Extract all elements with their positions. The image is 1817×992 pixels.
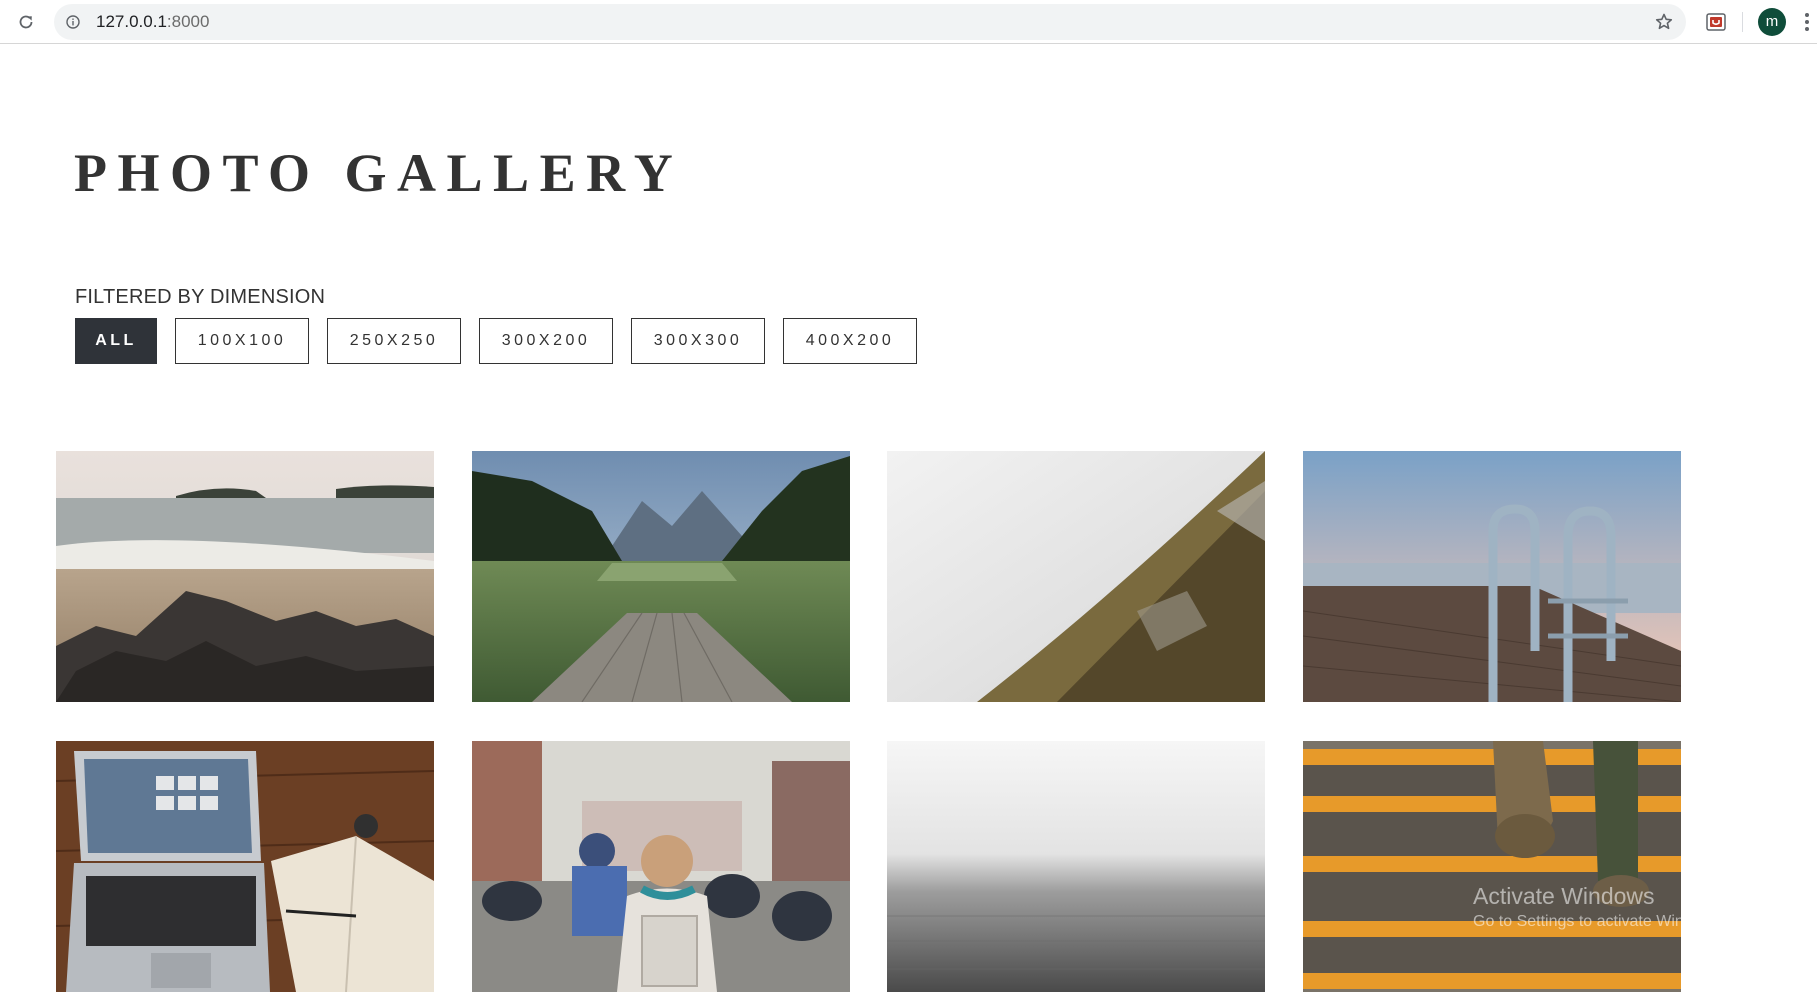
more-menu-icon[interactable]	[1804, 12, 1810, 32]
url-host: 127.0.0.1	[96, 12, 167, 31]
reload-icon	[19, 15, 33, 29]
extension-icon[interactable]	[1705, 11, 1727, 33]
filter-300x300-button[interactable]: 300X300	[631, 318, 765, 364]
filter-250x250-button[interactable]: 250X250	[327, 318, 461, 364]
filter-100x100-button[interactable]: 100X100	[175, 318, 309, 364]
toolbar-separator	[1742, 12, 1743, 32]
browser-toolbar: 127.0.0.1:8000 m	[0, 0, 1817, 44]
bookmark-star-icon[interactable]	[1654, 12, 1674, 32]
photo-foggy-sea[interactable]	[887, 741, 1265, 992]
reload-button[interactable]	[12, 8, 40, 36]
address-bar[interactable]: 127.0.0.1:8000	[54, 4, 1686, 40]
photo-pier-ladder-sunset[interactable]	[1303, 451, 1681, 702]
filter-400x200-button[interactable]: 400X200	[783, 318, 917, 364]
photo-beach-rocks[interactable]	[56, 451, 434, 702]
filter-all-button[interactable]: ALL	[75, 318, 157, 364]
url-text[interactable]: 127.0.0.1:8000	[96, 13, 209, 31]
photo-lake-dock-forest[interactable]	[472, 451, 850, 702]
photo-laptop-desk[interactable]	[56, 741, 434, 992]
photo-foggy-mountain-slope[interactable]	[887, 451, 1265, 702]
photo-stairs-feet[interactable]	[1303, 741, 1681, 992]
filter-300x200-button[interactable]: 300X200	[479, 318, 613, 364]
profile-avatar[interactable]: m	[1758, 8, 1786, 36]
photo-street-scooters[interactable]	[472, 741, 850, 992]
filter-button-group: ALL 100X100 250X250 300X200 300X300 400X…	[75, 318, 917, 364]
filter-label: FILTERED BY DIMENSION	[75, 286, 326, 308]
page-title: PHOTO GALLERY	[74, 143, 684, 203]
info-icon[interactable]	[66, 15, 80, 29]
url-port: :8000	[166, 12, 210, 31]
